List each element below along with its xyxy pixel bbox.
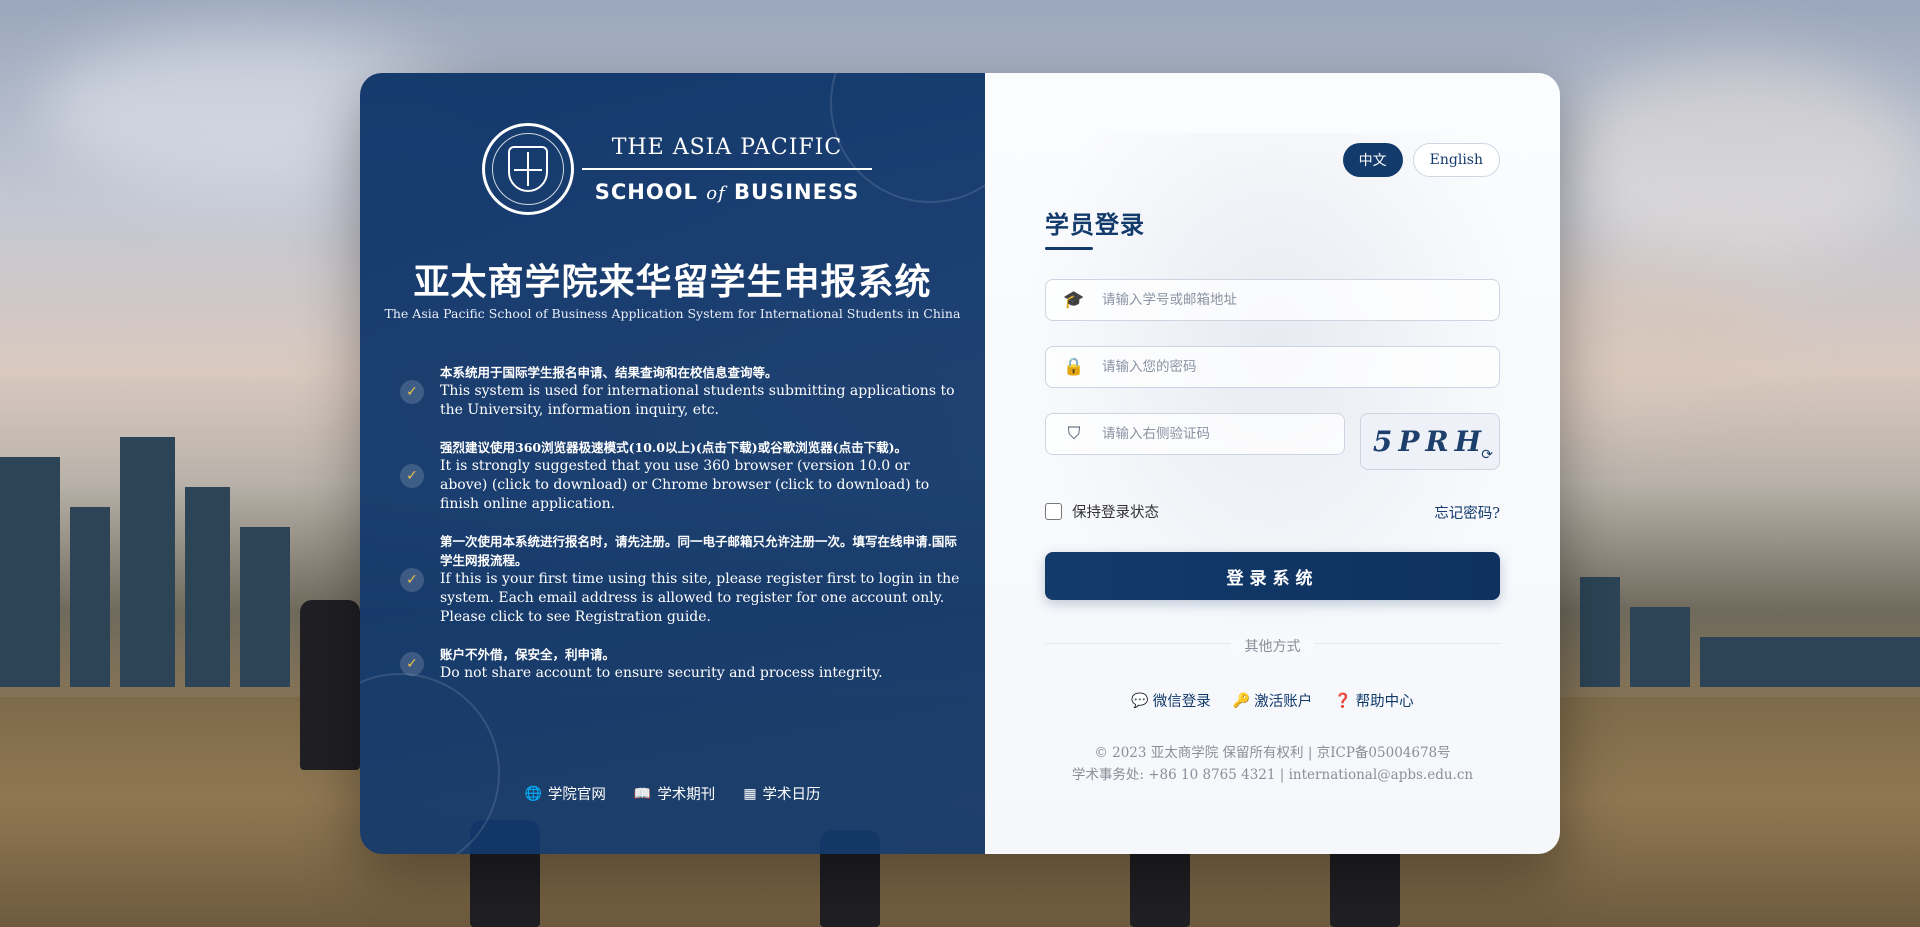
wechat-login-link[interactable]: 💬 微信登录 (1131, 690, 1210, 711)
intro-footer-links: 🌐 学院官网 📖 学术期刊 ▦ 学术日历 (360, 783, 985, 804)
seal-icon (482, 123, 574, 215)
system-title-en: The Asia Pacific School of Business Appl… (384, 306, 961, 321)
feature-item: ✓ 本系统用于国际学生报名申请、结果查询和在校信息查询等。 This system… (400, 363, 960, 420)
school-logo: THE ASIA PACIFIC SCHOOL of BUSINESS (482, 123, 872, 215)
login-card: THE ASIA PACIFIC SCHOOL of BUSINESS 亚太商学… (360, 73, 1560, 854)
copyright-footer: © 2023 亚太商学院 保留所有权利 | 京ICP备05004678号 学术事… (1045, 742, 1500, 786)
username-input[interactable] (1102, 292, 1442, 308)
check-icon: ✓ (400, 464, 424, 488)
background-cloud (1560, 60, 1920, 260)
logo-wordmark: THE ASIA PACIFIC SCHOOL of BUSINESS (582, 135, 872, 204)
remember-checkbox[interactable] (1045, 503, 1062, 520)
background-building (185, 487, 230, 687)
calendar-link[interactable]: ▦ 学术日历 (743, 783, 820, 804)
background-person (300, 600, 360, 770)
background-building (1630, 607, 1690, 687)
background-building (70, 507, 110, 687)
help-icon: ❓ (1334, 692, 1352, 709)
login-panel: 中文 English 学员登录 🎓 🔒 ⛉ 5PRH ⟳ 保持登录状态 忘记密码… (985, 73, 1560, 854)
forgot-password-link[interactable]: 忘记密码? (1434, 502, 1500, 523)
logo-bottom-text: SCHOOL of BUSINESS (594, 179, 860, 204)
copyright-text: © 2023 亚太商学院 保留所有权利 | 京ICP备05004678号 (1094, 745, 1451, 761)
calendar-icon: ▦ (743, 785, 757, 802)
shield-icon: ⛉ (1067, 424, 1081, 444)
lock-icon: 🔒 (1063, 357, 1085, 377)
alt-login-links: 💬 微信登录 🔑 激活账户 ❓ 帮助中心 (1045, 690, 1500, 711)
check-icon: ✓ (400, 652, 424, 676)
system-title-cn: 亚太商学院来华留学生申报系统 (413, 261, 932, 303)
college-website-link[interactable]: 🌐 学院官网 (524, 783, 605, 804)
background-building (1580, 577, 1620, 687)
login-button[interactable]: 登录系统 (1045, 552, 1500, 600)
background-building (240, 527, 290, 687)
captcha-field: ⛉ (1045, 413, 1345, 455)
intro-panel: THE ASIA PACIFIC SCHOOL of BUSINESS 亚太商学… (360, 73, 985, 854)
password-field: 🔒 (1045, 346, 1500, 388)
journal-link[interactable]: 📖 学术期刊 (634, 783, 715, 804)
password-input[interactable] (1102, 359, 1442, 375)
globe-icon: 🌐 (524, 785, 542, 802)
language-switcher: 中文 English (1342, 143, 1500, 177)
lang-zh-button[interactable]: 中文 (1342, 143, 1403, 177)
contact-text: 学术事务处: +86 10 8765 4321 | international@… (1071, 767, 1474, 783)
refresh-icon[interactable]: ⟳ (1481, 447, 1493, 463)
book-icon: 📖 (633, 785, 652, 802)
key-icon: 🔑 (1232, 692, 1251, 709)
check-icon: ✓ (400, 567, 424, 592)
feature-item: ✓ 第一次使用本系统进行报名时，请先注册。同一电子邮箱只允许注册一次。填写在线申… (400, 532, 960, 627)
feature-item: ✓ 账户不外借，保安全，利申请。 Do not share account to … (400, 645, 960, 683)
background-building (120, 437, 175, 687)
feature-item: ✓ 强烈建议使用360浏览器极速模式(10.0以上)(点击下载)或谷歌浏览器(点… (400, 438, 960, 514)
captcha-image[interactable]: 5PRH ⟳ (1360, 413, 1500, 470)
other-methods: 其他方式 (1045, 636, 1500, 656)
username-field: 🎓 (1045, 279, 1500, 321)
feature-list: ✓ 本系统用于国际学生报名申请、结果查询和在校信息查询等。 This system… (400, 363, 960, 701)
background-building (1700, 637, 1920, 687)
background-building (0, 457, 60, 687)
login-title: 学员登录 (1045, 205, 1145, 250)
lang-en-button[interactable]: English (1412, 143, 1500, 177)
captcha-code: 5PRH (1372, 425, 1488, 458)
graduate-cap-icon: 🎓 (1063, 290, 1085, 310)
activate-account-link[interactable]: 🔑 激活账户 (1233, 690, 1312, 711)
remember-me[interactable]: 保持登录状态 (1045, 501, 1159, 522)
check-icon: ✓ (400, 379, 424, 404)
logo-top-text: THE ASIA PACIFIC (582, 135, 872, 170)
wechat-icon: 💬 (1131, 692, 1149, 709)
help-center-link[interactable]: ❓ 帮助中心 (1334, 690, 1413, 711)
captcha-input[interactable] (1102, 426, 1332, 442)
